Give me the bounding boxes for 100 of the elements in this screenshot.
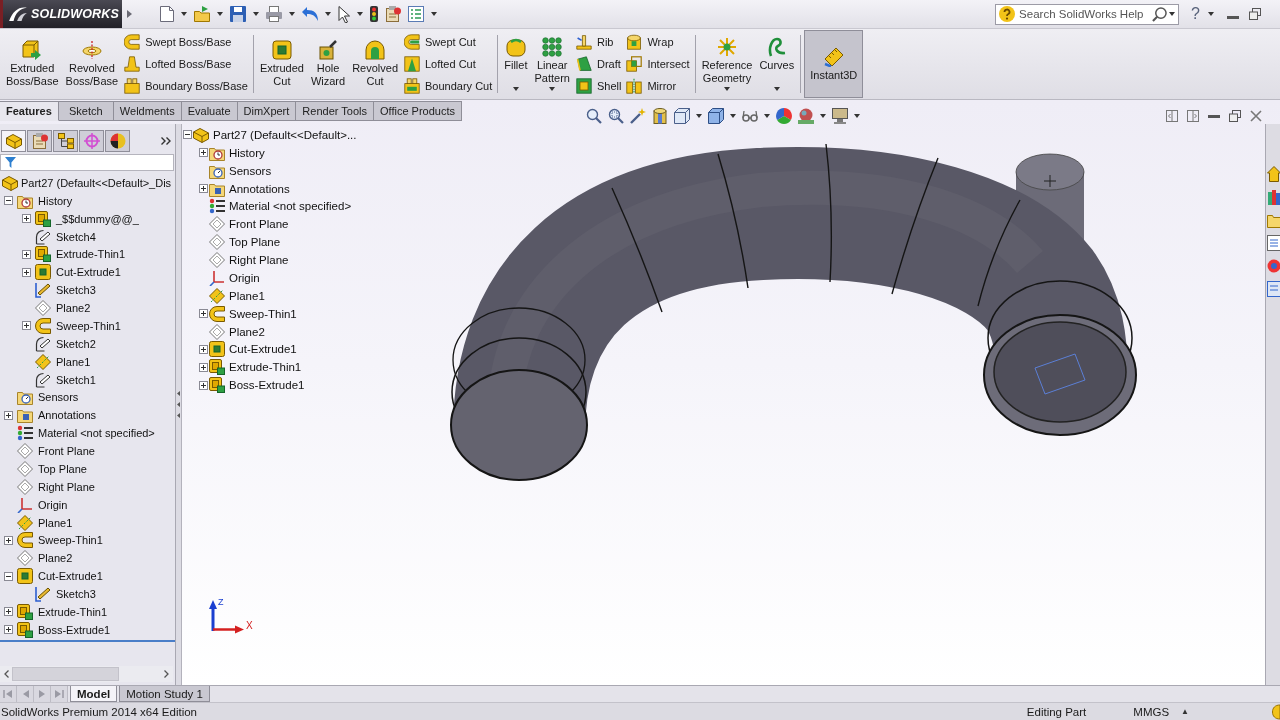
tree-item[interactable]: Material <not specified> [229, 199, 352, 214]
tool-button[interactable]: Wrap [625, 32, 691, 52]
horizontal-scrollbar[interactable] [0, 666, 173, 682]
minus-icon[interactable] [182, 130, 192, 140]
checklist-icon[interactable] [408, 6, 424, 22]
caret-icon[interactable] [1169, 12, 1176, 16]
command-tab[interactable]: Weldments [113, 101, 182, 121]
tree-item[interactable]: Right Plane [38, 479, 95, 494]
clipboard-icon[interactable] [385, 6, 401, 22]
monitor-icon[interactable] [831, 107, 848, 124]
caret-icon[interactable] [217, 12, 223, 16]
sphere-icon[interactable] [797, 107, 814, 124]
search-icon[interactable] [1152, 6, 1168, 22]
command-tab[interactable]: Evaluate [181, 101, 238, 121]
tree-item[interactable]: Extrude-Thin1 [229, 360, 302, 375]
plus-icon[interactable] [3, 625, 13, 635]
close-icon[interactable] [1250, 110, 1262, 122]
scroll-left-icon[interactable] [4, 670, 9, 678]
tool-button[interactable]: Boundary Boss/Base [123, 76, 249, 96]
plus-icon[interactable] [21, 214, 31, 224]
tree-item[interactable]: Front Plane [38, 444, 95, 459]
tool-button[interactable]: Draft [574, 54, 623, 74]
caret-icon[interactable] [181, 12, 187, 16]
plus-icon[interactable] [3, 535, 13, 545]
tree-item[interactable]: Sketch1 [56, 372, 96, 387]
plus-icon[interactable] [198, 148, 208, 158]
panel-tab[interactable] [53, 130, 78, 152]
tree-item[interactable]: Cut-Extrude1 [56, 265, 121, 280]
plus-icon[interactable] [198, 362, 208, 372]
tool-button[interactable]: Revolved Cut [349, 30, 401, 98]
plus-icon[interactable] [21, 249, 31, 259]
tree-item[interactable]: Part27 (Default<<Default>... [213, 127, 357, 142]
save-icon[interactable] [230, 6, 246, 22]
tree-item[interactable]: _$$dummy@@_ [56, 211, 139, 226]
caret-icon[interactable] [763, 113, 770, 118]
tree-item[interactable]: Plane2 [56, 301, 91, 316]
caret-icon[interactable] [853, 113, 860, 118]
tool-button[interactable]: Lofted Cut [403, 54, 494, 74]
model-tab[interactable]: Motion Study 1 [119, 686, 210, 702]
caret-icon[interactable] [1208, 12, 1214, 16]
cube-icon[interactable] [673, 107, 690, 124]
plus-icon[interactable] [198, 184, 208, 194]
plus-icon[interactable] [198, 309, 208, 319]
books-icon[interactable] [1267, 189, 1280, 205]
caret-icon[interactable] [512, 87, 519, 91]
page-icon[interactable] [1267, 281, 1280, 297]
plus-icon[interactable] [21, 267, 31, 277]
tree-item[interactable]: Plane1 [229, 288, 265, 303]
document-icon[interactable] [1267, 235, 1280, 251]
cylinder-icon[interactable] [651, 107, 668, 124]
filter-field[interactable] [0, 154, 174, 171]
tree-item[interactable]: Plane1 [56, 354, 91, 369]
tool-button[interactable]: Mirror [625, 76, 691, 96]
split-window-icon[interactable] [1166, 110, 1178, 122]
scrollbar-thumb[interactable] [12, 667, 119, 681]
tree-item[interactable]: Sketch3 [56, 283, 96, 298]
cube-icon[interactable] [707, 107, 724, 124]
new-document-icon[interactable] [160, 6, 174, 22]
tool-button[interactable]: Extruded Cut [256, 30, 307, 98]
restore-icon[interactable] [1229, 110, 1241, 122]
caret-icon[interactable] [724, 87, 730, 91]
plus-icon[interactable] [21, 321, 31, 331]
tool-button[interactable]: Reference Geometry [698, 30, 756, 98]
glasses-icon[interactable] [741, 109, 758, 122]
restore-icon[interactable] [1249, 8, 1261, 20]
wand-icon[interactable] [629, 107, 646, 124]
units-menu-button[interactable]: ▲ [1181, 707, 1189, 716]
menu-arrow-icon[interactable] [127, 10, 132, 18]
tool-button[interactable]: Shell [574, 76, 623, 96]
tree-item[interactable]: Plane2 [38, 551, 73, 566]
folder-icon[interactable] [1267, 212, 1280, 228]
tree-item[interactable]: Sweep-Thin1 [229, 306, 297, 321]
command-tab[interactable]: Office Products [373, 101, 462, 121]
tree-item[interactable]: Cut-Extrude1 [38, 569, 103, 584]
caret-icon[interactable] [325, 12, 331, 16]
tree-item[interactable]: Boss-Extrude1 [38, 622, 111, 637]
minimize-icon[interactable] [1208, 114, 1220, 118]
tree-item[interactable]: Extrude-Thin1 [56, 247, 126, 262]
undo-icon[interactable] [302, 6, 318, 22]
tree-item[interactable]: Sweep-Thin1 [56, 318, 121, 333]
tool-button[interactable]: Lofted Boss/Base [123, 54, 249, 74]
tool-button[interactable]: Revolved Boss/Base [62, 30, 122, 98]
caret-icon[interactable] [819, 113, 826, 118]
tree-item[interactable]: Sweep-Thin1 [38, 533, 103, 548]
tree-item[interactable]: Boss-Extrude1 [229, 378, 305, 393]
tree-item[interactable]: Annotations [229, 181, 290, 196]
tree-item[interactable]: Plane2 [229, 324, 265, 339]
tool-button[interactable]: Boundary Cut [403, 76, 494, 96]
tool-button[interactable]: Curves [756, 30, 798, 98]
tree-item[interactable]: Plane1 [38, 515, 73, 530]
caret-icon[interactable] [289, 12, 295, 16]
tree-item[interactable]: Top Plane [38, 461, 87, 476]
tree-item[interactable]: Extrude-Thin1 [38, 604, 108, 619]
tree-item[interactable]: Origin [229, 270, 260, 285]
tree-item[interactable]: Right Plane [229, 253, 289, 268]
model-tab[interactable]: Model [70, 686, 118, 702]
panel-tab[interactable] [105, 130, 130, 152]
tree-item[interactable]: Sensors [229, 163, 272, 178]
command-tab[interactable]: Features [0, 101, 59, 121]
minus-icon[interactable] [3, 196, 13, 206]
